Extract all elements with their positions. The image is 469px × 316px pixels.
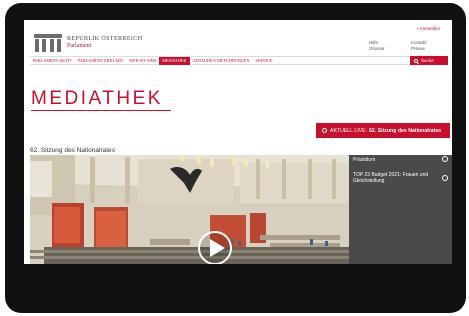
chapter-item-presidium[interactable]: Präsidium [353,157,433,163]
page-title: MEDIATHEK [31,88,163,109]
chapter-item-top23[interactable]: TOP 23 Budget 2021: Frauen und Gleichste… [353,172,433,185]
press-link[interactable]: Presse [411,46,426,52]
logo-line-parliament: Parlament [67,43,92,49]
video-chapter-sidebar: Präsidium TOP 23 Budget 2021: Frauen und… [349,155,452,264]
plenary-hall-image [30,155,349,264]
top-links-right: Kontakt Presse [411,40,426,52]
session-title: 62. Sitzung des Nationalrates [30,147,115,154]
nav-service[interactable]: SERVICE [253,57,276,65]
search-button[interactable]: Suche [410,56,448,65]
nav-parlament-aktiv[interactable]: PARLAMENT AKTIV [30,57,75,65]
live-circle-icon [322,128,327,133]
title-underline [31,110,171,111]
search-label: Suche [421,58,434,63]
contact-link[interactable]: Kontakt [411,40,426,46]
nav-mediathek[interactable]: MEDIATHEK [159,56,190,65]
chapter-expand-icon[interactable] [442,175,448,181]
live-session-title: 62. Sitzung des Nationalrates [369,127,442,134]
glossary-link[interactable]: Glossar [369,46,385,52]
search-icon [414,58,418,63]
top-links-left: Hilfe Glossar [369,40,385,52]
nav-parlament-erklaert[interactable]: PARLAMENT ERKLÄRT [75,57,126,65]
tablet-frame: » Anmelden REPUBLIK ÖSTERREICH Parlament… [0,0,469,316]
browser-screen: » Anmelden REPUBLIK ÖSTERREICH Parlament… [24,20,452,264]
video-player[interactable] [30,155,349,264]
chapter-expand-icon[interactable] [442,156,448,162]
live-prefix: AKTUELL LIVE: [330,127,368,134]
main-navigation: PARLAMENT AKTIV PARLAMENT ERKLÄRT WER IS… [30,56,448,65]
parliament-logo[interactable]: REPUBLIK ÖSTERREICH Parlament [34,34,142,52]
live-now-button[interactable]: AKTUELL LIVE: 62. Sitzung des Nationalra… [316,123,450,138]
login-link[interactable]: » Anmelden [416,26,440,31]
nav-gebaeude[interactable]: GEBÄUDE UND FÜHRUNGEN [190,57,253,65]
play-icon[interactable] [196,229,234,264]
logo-line-republic: REPUBLIK ÖSTERREICH [67,36,143,43]
parliament-building-icon [34,34,62,52]
nav-wer-ist-wer[interactable]: WER IST WER [126,57,159,65]
